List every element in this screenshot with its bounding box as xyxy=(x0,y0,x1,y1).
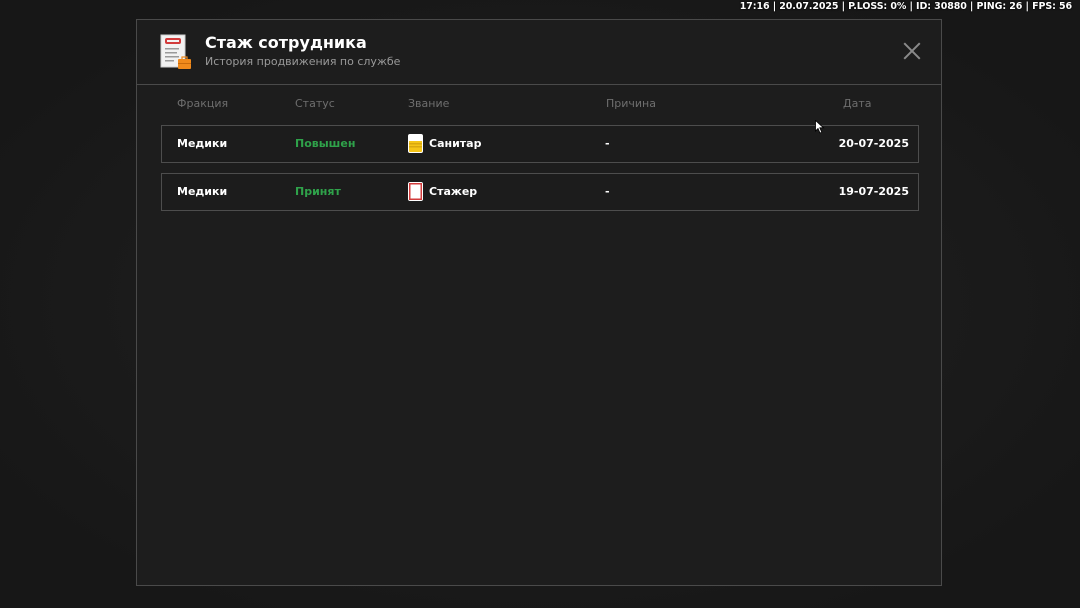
table-row[interactable]: Медики Повышен Санитар - 20-07-2025 xyxy=(161,125,919,163)
row-faction: Медики xyxy=(177,137,228,150)
column-header-faction: Фракция xyxy=(177,97,229,110)
row-rank-label: Санитар xyxy=(429,137,482,150)
panel-header: Стаж сотрудника История продвижения по с… xyxy=(137,20,941,85)
row-faction: Медики xyxy=(177,185,228,198)
column-header-reason: Причина xyxy=(606,97,656,110)
sanitar-badge-icon xyxy=(408,134,423,153)
column-header-rank: Звание xyxy=(408,97,450,110)
row-reason: - xyxy=(605,137,610,150)
row-rank: Стажер xyxy=(408,182,477,201)
page-title: Стаж сотрудника xyxy=(205,33,367,52)
row-rank: Санитар xyxy=(408,134,481,153)
close-icon[interactable] xyxy=(901,40,923,62)
row-status: Повышен xyxy=(295,137,356,150)
column-header-status: Статус xyxy=(295,97,335,110)
table-row[interactable]: Медики Принят Стажер - 19-07-2025 xyxy=(161,173,919,211)
column-header-date: Дата xyxy=(843,97,872,110)
row-reason: - xyxy=(605,185,610,198)
hud-status-bar: 17:16 | 20.07.2025 | P.LOSS: 0% | ID: 30… xyxy=(739,1,1072,12)
row-date: 19-07-2025 xyxy=(838,185,909,198)
document-briefcase-icon xyxy=(160,34,191,69)
row-status: Принят xyxy=(295,185,341,198)
table-header: Фракция Статус Звание Причина Дата xyxy=(137,92,941,114)
trainee-badge-icon xyxy=(408,182,423,201)
row-rank-label: Стажер xyxy=(429,185,478,198)
row-date: 20-07-2025 xyxy=(838,137,909,150)
mouse-cursor-icon xyxy=(815,120,825,134)
page-subtitle: История продвижения по службе xyxy=(205,55,401,68)
service-history-panel: Стаж сотрудника История продвижения по с… xyxy=(136,19,942,586)
